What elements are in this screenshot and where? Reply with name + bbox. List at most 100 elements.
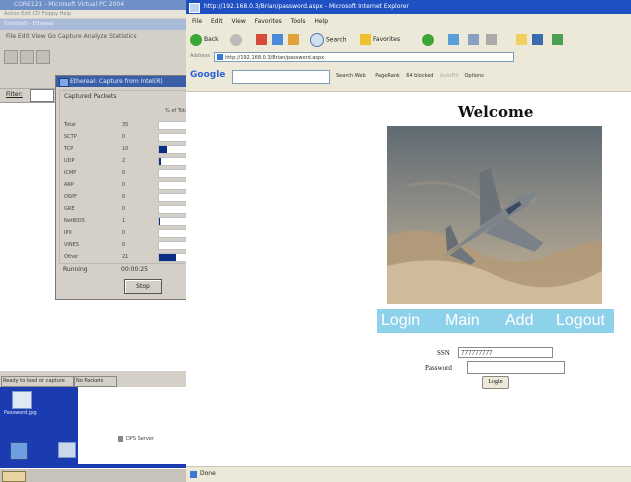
network-icon[interactable] [10, 442, 28, 460]
stop-page-button[interactable] [256, 33, 269, 47]
protocol-count: 0 [122, 206, 126, 212]
stop-button[interactable]: Stop [124, 279, 162, 294]
ethereal-title-bar[interactable]: (Untitled) - Ethereal [0, 19, 186, 30]
virtual-pc-window: CORE121 - Microsoft Virtual PC 2004 Acti… [0, 0, 189, 482]
menu-tools[interactable]: Tools [291, 18, 306, 25]
protocol-count: 1 [122, 218, 126, 224]
protocol-row: TCP 10 [60, 144, 188, 155]
back-label: Back [204, 36, 219, 43]
ethereal-status-bar: Ready to load or capture No Packets [0, 376, 186, 387]
password-label: Password [425, 364, 452, 372]
protocol-row: NetBIOS 1 [60, 216, 188, 227]
back-arrow-icon [190, 33, 202, 46]
nav-login-link[interactable]: Login [381, 310, 420, 332]
vpc-title-bar[interactable]: CORE121 - Microsoft Virtual PC 2004 [0, 0, 186, 10]
page-content: Welcome Login Main Add Logout SSN 777777… [186, 92, 631, 466]
protocol-row: IPX 0 [60, 228, 188, 239]
research-button[interactable] [552, 33, 565, 47]
protocol-percent-bar [158, 205, 188, 214]
computer-icon[interactable] [58, 442, 76, 458]
login-button[interactable]: Login [482, 376, 509, 389]
ie-title-bar[interactable]: http://192.168.0.3/Brian/password.aspx -… [186, 0, 631, 14]
protocol-percent-bar [158, 193, 188, 202]
ssn-input[interactable]: 777777777 [458, 347, 553, 358]
menu-favorites[interactable]: Favorites [255, 18, 282, 25]
nav-logout-link[interactable]: Logout [556, 310, 605, 332]
protocol-row: UDP 2 [60, 156, 188, 167]
search-label: Search [326, 36, 347, 44]
welcome-heading: Welcome [458, 103, 534, 121]
print-button[interactable] [486, 33, 499, 47]
protocol-row: ARP 0 [60, 180, 188, 191]
protocol-percent-bar [158, 253, 188, 262]
favorites-button[interactable]: Favorites [360, 33, 400, 47]
ethereal-menu-bar[interactable]: File Edit View Go Capture Analyze Statis… [0, 30, 186, 44]
menu-edit[interactable]: Edit [211, 18, 223, 25]
address-input[interactable]: http://192.168.0.3/Brian/password.aspx [214, 52, 514, 62]
protocol-percent-fill [159, 254, 176, 261]
history-icon [448, 34, 459, 45]
start-capture-icon[interactable] [36, 50, 50, 64]
history-button[interactable] [448, 33, 461, 47]
start-button[interactable] [2, 471, 26, 482]
autofill-button[interactable]: AutoFill [440, 73, 458, 79]
protocol-count: 0 [122, 242, 126, 248]
password-input[interactable] [467, 361, 565, 374]
running-label: Running [63, 266, 88, 273]
nav-add-link[interactable]: Add [505, 310, 533, 332]
protocol-name: VINES [64, 242, 79, 248]
address-bar: Address http://192.168.0.3/Brian/passwor… [186, 51, 631, 64]
capture-dialog-title[interactable]: Ethereal: Capture from Intel(R) [56, 76, 187, 87]
google-options-button[interactable]: Options [465, 73, 484, 79]
vpc-menu-bar[interactable]: Action Edit CD Floppy Help [0, 10, 186, 18]
menu-file[interactable]: File [192, 18, 202, 25]
search-icon [310, 33, 324, 47]
password-file-icon[interactable] [12, 391, 32, 409]
status-packets: No Packets [74, 376, 117, 387]
refresh-button[interactable] [272, 33, 285, 47]
protocol-row: Total 35 [60, 120, 188, 131]
password-file-label: Password.jpg [4, 410, 37, 416]
research-icon [552, 34, 563, 45]
filter-label: Filter: [6, 91, 23, 98]
home-button[interactable] [288, 33, 301, 47]
menu-help[interactable]: Help [314, 18, 328, 25]
google-search-input[interactable] [232, 70, 330, 84]
pagerank-button[interactable]: PageRank [375, 73, 400, 79]
address-label: Address [190, 53, 210, 59]
filter-input[interactable] [30, 89, 54, 102]
search-web-button[interactable]: Search Web [336, 73, 366, 79]
ie-toolbar: Back Search Favorites [186, 29, 631, 51]
protocol-name: Other [64, 254, 79, 260]
protocol-name: NetBIOS [64, 218, 85, 224]
ie-status-bar: Done [186, 466, 631, 482]
options-icon[interactable] [20, 50, 34, 64]
protocol-row: ICMP 0 [60, 168, 188, 179]
interfaces-icon[interactable] [4, 50, 18, 64]
mail-button[interactable] [468, 33, 481, 47]
search-button[interactable]: Search [310, 33, 347, 47]
desktop-window [78, 387, 186, 464]
protocol-name: SCTP [64, 134, 77, 140]
protocol-row: Other 21 [60, 252, 188, 263]
nav-main-link[interactable]: Main [445, 310, 480, 332]
mail-icon [468, 34, 479, 45]
messenger-button[interactable] [532, 33, 545, 47]
media-button[interactable] [422, 33, 436, 47]
messenger-icon [532, 34, 543, 45]
protocol-name: ICMP [64, 170, 77, 176]
popup-blocker-button[interactable]: 64 blocked [406, 73, 433, 79]
protocol-percent-bar [158, 241, 188, 250]
nav-bar: Login Main Add Logout [377, 309, 614, 333]
dps-server-label: DPS Server [126, 436, 155, 442]
google-logo[interactable]: Google [190, 70, 225, 80]
back-button[interactable]: Back [190, 33, 219, 47]
protocol-name: TCP [64, 146, 74, 152]
forward-button[interactable] [230, 33, 244, 47]
running-time: 00:00:25 [121, 266, 148, 273]
folder-button[interactable] [516, 33, 529, 47]
protocol-row: GRE 0 [60, 204, 188, 215]
protocol-name: UDP [64, 158, 75, 164]
menu-view[interactable]: View [232, 18, 246, 25]
protocol-percent-bar [158, 133, 188, 142]
